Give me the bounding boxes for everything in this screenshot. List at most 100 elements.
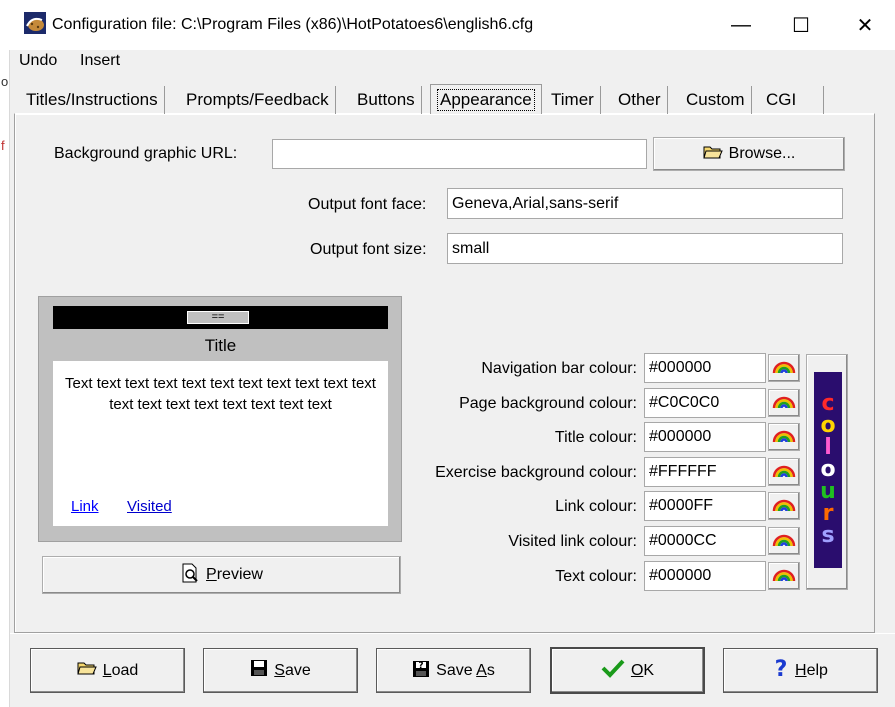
font-face-input[interactable]: Geneva,Arial,sans-serif [447, 188, 843, 219]
help-label: Help [795, 662, 828, 680]
minimize-icon: — [731, 13, 751, 36]
bg-url-input[interactable] [272, 139, 647, 169]
colour-input[interactable]: #0000CC [644, 526, 766, 556]
maximize-icon: ☐ [792, 14, 810, 37]
mnemonic: A [476, 661, 487, 679]
colour-picker-button[interactable] [768, 527, 800, 555]
mnemonic: S [274, 661, 285, 679]
divider [10, 633, 895, 634]
tab-label: Custom [686, 90, 745, 109]
colour-label: Text colour: [555, 568, 637, 585]
hot-potatoes-app-icon [24, 12, 46, 34]
preview-mnemonic: P [206, 566, 217, 583]
font-size-input[interactable]: small [447, 233, 843, 264]
tab-label: Other [618, 90, 661, 109]
colour-picker-button[interactable] [768, 354, 800, 382]
rainbow-icon [772, 426, 796, 449]
load-button[interactable]: Load [30, 648, 185, 693]
colour-picker-button[interactable] [768, 458, 800, 486]
rainbow-icon [772, 461, 796, 484]
menu-bar [10, 50, 895, 74]
rainbow-icon [772, 530, 796, 553]
save-button[interactable]: Save [203, 648, 358, 693]
preview-link: Link [71, 498, 99, 515]
tab-cgi[interactable]: CGI [760, 86, 824, 114]
preview-label-rest: review [216, 566, 263, 583]
load-label: Load [103, 662, 139, 680]
minimize-button[interactable]: — [711, 0, 771, 50]
colour-label: Exercise background colour: [435, 464, 637, 481]
tab-other[interactable]: Other [612, 86, 668, 114]
label-pre: Save [436, 661, 477, 679]
preview-title: Title [204, 336, 237, 355]
font-size-label: Output font size: [310, 241, 427, 258]
tab-custom[interactable]: Custom [680, 86, 752, 114]
font-face-label: Output font face: [308, 196, 427, 213]
colours-letter: o [820, 413, 836, 438]
colour-input[interactable]: #000000 [644, 353, 766, 383]
ok-button[interactable]: OK [550, 647, 705, 694]
colours-letter: o [820, 457, 836, 482]
tab-label: Buttons [357, 90, 415, 109]
help-button[interactable]: ? Help [723, 648, 878, 693]
tab-label: Prompts/Feedback [186, 90, 329, 109]
tab-label: Timer [551, 90, 594, 109]
colour-input[interactable]: #0000FF [644, 491, 766, 521]
colour-label: Title colour: [554, 429, 637, 446]
browse-label: Browse... [728, 145, 796, 162]
colour-label: Link colour: [555, 498, 637, 515]
menu-undo[interactable]: Undo [19, 52, 57, 70]
bg-url-label: Background graphic URL: [54, 145, 238, 162]
menu-insert[interactable]: Insert [80, 52, 120, 70]
tab-appearance[interactable]: Appearance [430, 84, 542, 114]
strip-char: o [1, 74, 9, 89]
tab-label: CGI [766, 90, 797, 109]
colour-picker-button[interactable] [768, 492, 800, 520]
mnemonic: H [795, 661, 807, 679]
strip-char: f [1, 138, 5, 153]
tab-timer[interactable]: Timer [545, 86, 601, 114]
colour-input[interactable]: #C0C0C0 [644, 388, 766, 418]
preview-text: Text text text text text text text text … [65, 375, 376, 413]
colour-picker-button[interactable] [768, 389, 800, 417]
colours-letter: u [820, 479, 836, 504]
background-window-strip [0, 0, 10, 707]
colour-input[interactable]: #FFFFFF [644, 457, 766, 487]
tab-prompts-feedback[interactable]: Prompts/Feedback [180, 86, 336, 114]
tab-buttons[interactable]: Buttons [351, 86, 422, 114]
save-label: Save [274, 662, 310, 680]
svg-text:?: ? [775, 657, 788, 679]
browse-button[interactable]: Browse... [653, 137, 845, 171]
colour-picker-button[interactable] [768, 562, 800, 590]
colours-letter: l [824, 435, 832, 460]
colour-input[interactable]: #000000 [644, 561, 766, 591]
rainbow-icon [772, 357, 796, 380]
floppy-disk-icon [250, 659, 268, 682]
svg-text:?: ? [419, 661, 424, 671]
folder-open-icon [77, 660, 97, 681]
label-rest: s [486, 661, 495, 679]
rainbow-icon [772, 495, 796, 518]
checkmark-icon [601, 658, 625, 683]
print-preview-icon [180, 563, 200, 588]
tab-titles-instructions[interactable]: Titles/Instructions [20, 86, 165, 114]
label-rest: oad [111, 661, 139, 679]
colour-input[interactable]: #000000 [644, 422, 766, 452]
close-button[interactable]: ✕ [835, 0, 895, 50]
maximize-button[interactable]: ☐ [771, 0, 831, 50]
mnemonic: O [630, 661, 644, 679]
window-title: Configuration file: C:\Program Files (x8… [52, 16, 534, 33]
colours-logo: colours [814, 372, 842, 568]
mnemonic: L [102, 661, 112, 679]
save-as-button[interactable]: ? Save As [376, 648, 531, 693]
floppy-disk-question-icon: ? [412, 658, 430, 683]
preview-button[interactable]: Preview [42, 556, 401, 594]
colours-letter: c [821, 391, 835, 416]
preview-button-label: Preview [206, 566, 263, 584]
colour-label: Visited link colour: [508, 533, 637, 550]
label-rest: K [643, 661, 655, 679]
colour-picker-button[interactable] [768, 423, 800, 451]
label-rest: elp [806, 661, 828, 679]
tab-label: Appearance [437, 88, 535, 111]
rainbow-icon [772, 565, 796, 588]
